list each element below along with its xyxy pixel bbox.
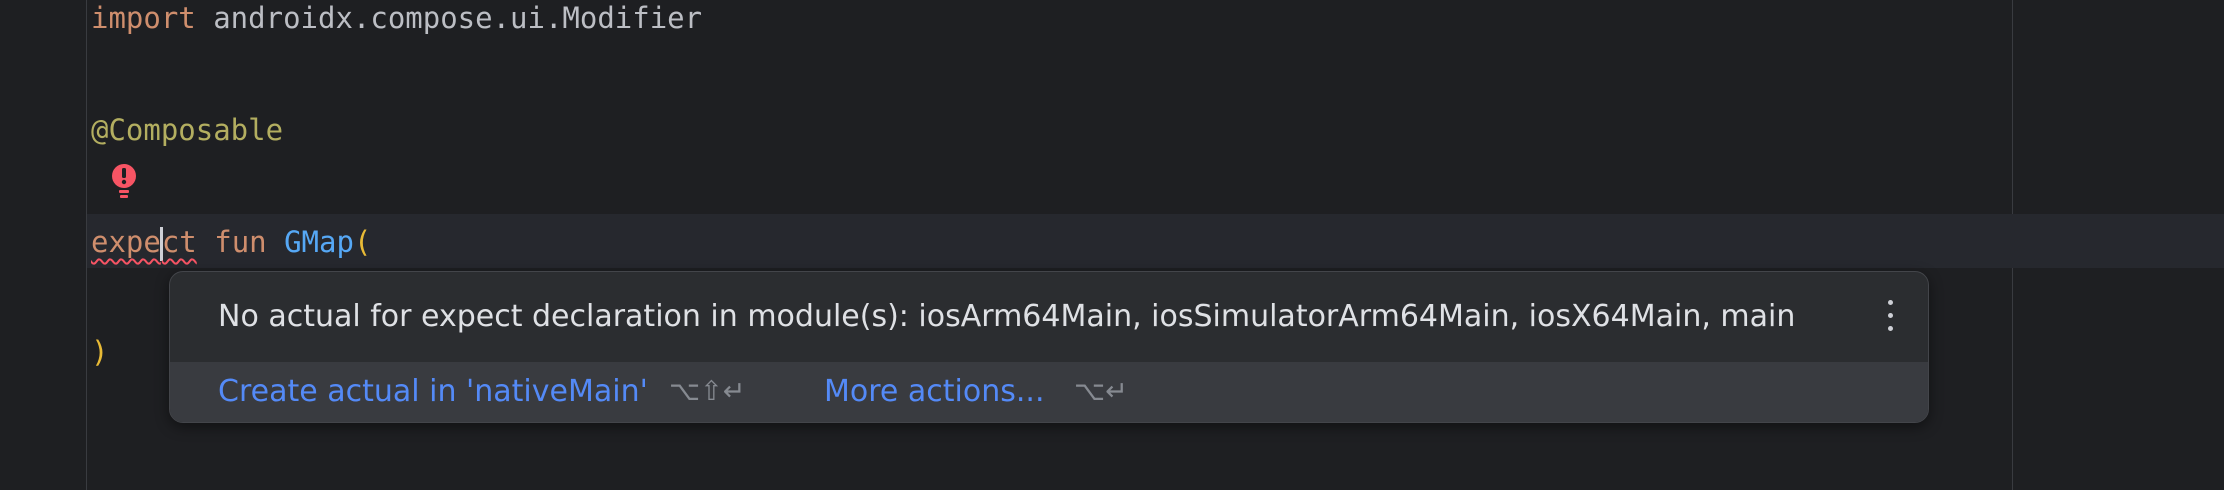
code-line-expect-fun[interactable]: expect fun GMap( — [91, 222, 371, 262]
expect-keyword-part2: ct — [161, 225, 197, 259]
code-line-import[interactable]: import androidx.compose.ui.Modifier — [91, 0, 702, 38]
create-actual-action[interactable]: Create actual in 'nativeMain' — [218, 362, 648, 422]
open-paren: ( — [353, 225, 372, 259]
function-name: GMap — [284, 225, 354, 259]
create-actual-shortcut: ⌥⇧↵ — [669, 376, 746, 407]
editor-gutter — [0, 0, 87, 490]
error-message: No actual for expect declaration in modu… — [218, 299, 1796, 334]
more-vertical-icon[interactable] — [1884, 300, 1896, 336]
error-popup: No actual for expect declaration in modu… — [169, 271, 1929, 423]
code-line-close[interactable]: ) — [91, 332, 108, 372]
current-line-highlight — [87, 214, 2224, 268]
code-line-annotation[interactable]: @Composable — [91, 110, 283, 150]
more-actions-link[interactable]: More actions... — [824, 362, 1045, 422]
import-keyword: import — [91, 1, 196, 35]
more-actions-shortcut: ⌥↵ — [1074, 376, 1128, 407]
expect-keyword-part1: expe — [91, 225, 161, 259]
popup-actions-bar: Create actual in 'nativeMain' ⌥⇧↵ More a… — [170, 362, 1928, 422]
close-paren: ) — [91, 335, 109, 369]
composable-annotation: @Composable — [91, 113, 284, 147]
import-path: androidx.compose.ui.Modifier — [195, 1, 703, 35]
fun-keyword: fun — [214, 225, 267, 259]
expect-keyword: expect — [91, 225, 197, 261]
